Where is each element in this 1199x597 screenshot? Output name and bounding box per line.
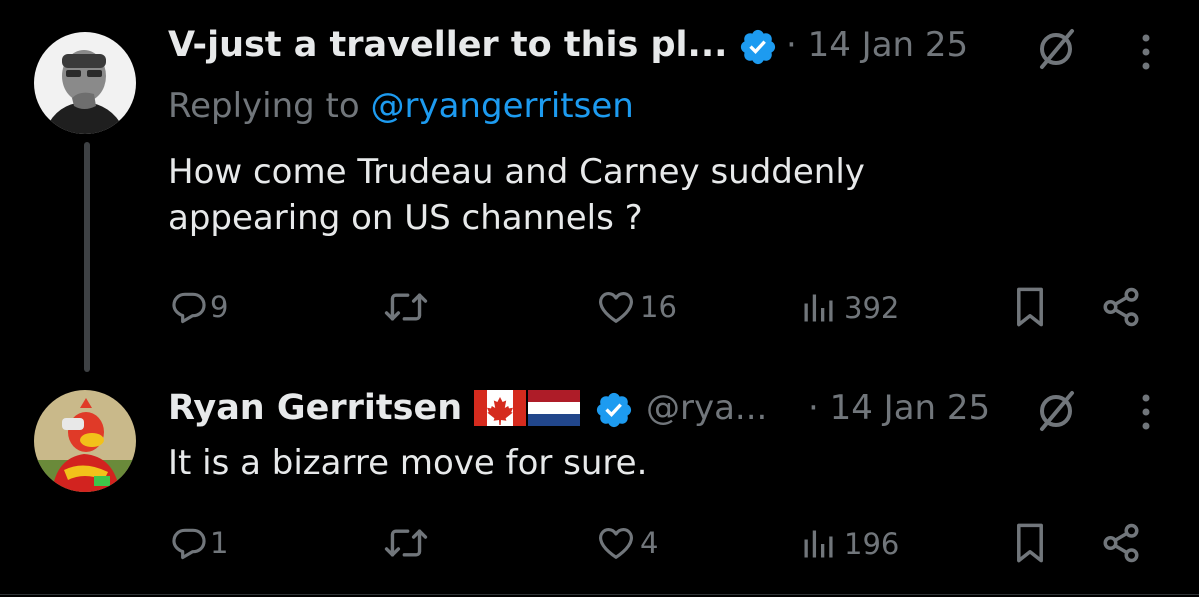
retweet-icon [384,288,428,326]
more-icon[interactable] [1138,392,1154,432]
heart-icon [596,524,636,562]
replying-to: Replying to @ryangerritsen [168,89,634,123]
share-icon[interactable] [1100,286,1142,328]
avatar[interactable] [34,32,136,134]
views-count: 196 [844,526,900,561]
bookmark-icon[interactable] [1014,522,1046,564]
replying-prefix: Replying to [168,86,371,126]
canada-flag-icon [474,390,526,426]
verified-badge-icon [594,390,634,430]
tweet-date[interactable]: · 14 Jan 25 [786,28,968,62]
tweet-text-line: How come Trudeau and Carney suddenly [168,152,865,192]
thread-line [84,142,90,372]
views-count: 392 [844,290,900,325]
tweet-text: It is a bizarre move for sure. [168,440,1068,486]
replying-handle-link[interactable]: @ryangerritsen [371,86,634,126]
like-button[interactable]: 16 [596,288,677,326]
views-icon [800,526,836,562]
avatar[interactable] [34,390,136,492]
grok-icon[interactable] [1034,27,1078,71]
reply-button[interactable]: 9 [170,288,228,326]
retweet-button[interactable] [384,524,428,562]
views-icon [800,290,836,326]
reply-count: 1 [210,525,229,560]
divider [0,594,1199,595]
tweet-date[interactable]: · 14 Jan 25 [808,391,990,425]
like-count: 4 [640,525,659,560]
author-name[interactable]: Ryan Gerritsen [168,391,462,426]
verified-badge-icon [738,27,778,67]
tweet-text: How come Trudeau and Carney suddenly app… [168,149,1068,241]
like-button[interactable]: 4 [596,524,658,562]
reply-icon [170,288,208,326]
views-button[interactable]: 392 [800,290,899,326]
bookmark-icon[interactable] [1014,286,1046,328]
reply-count: 9 [210,289,229,324]
reply-button[interactable]: 1 [170,524,228,562]
more-icon[interactable] [1138,32,1154,72]
like-count: 16 [640,289,677,324]
author-name[interactable]: V-just a traveller to this pl... [168,28,727,63]
views-button[interactable]: 196 [800,526,899,562]
reply-icon [170,524,208,562]
tweet-text-line: It is a bizarre move for sure. [168,443,648,483]
author-handle[interactable]: @rya... [646,391,767,425]
retweet-button[interactable] [384,288,428,326]
tweet-text-line: appearing on US channels ? [168,198,643,238]
heart-icon [596,288,636,326]
grok-icon[interactable] [1034,389,1078,433]
share-icon[interactable] [1100,522,1142,564]
netherlands-flag-icon [528,390,580,426]
retweet-icon [384,524,428,562]
